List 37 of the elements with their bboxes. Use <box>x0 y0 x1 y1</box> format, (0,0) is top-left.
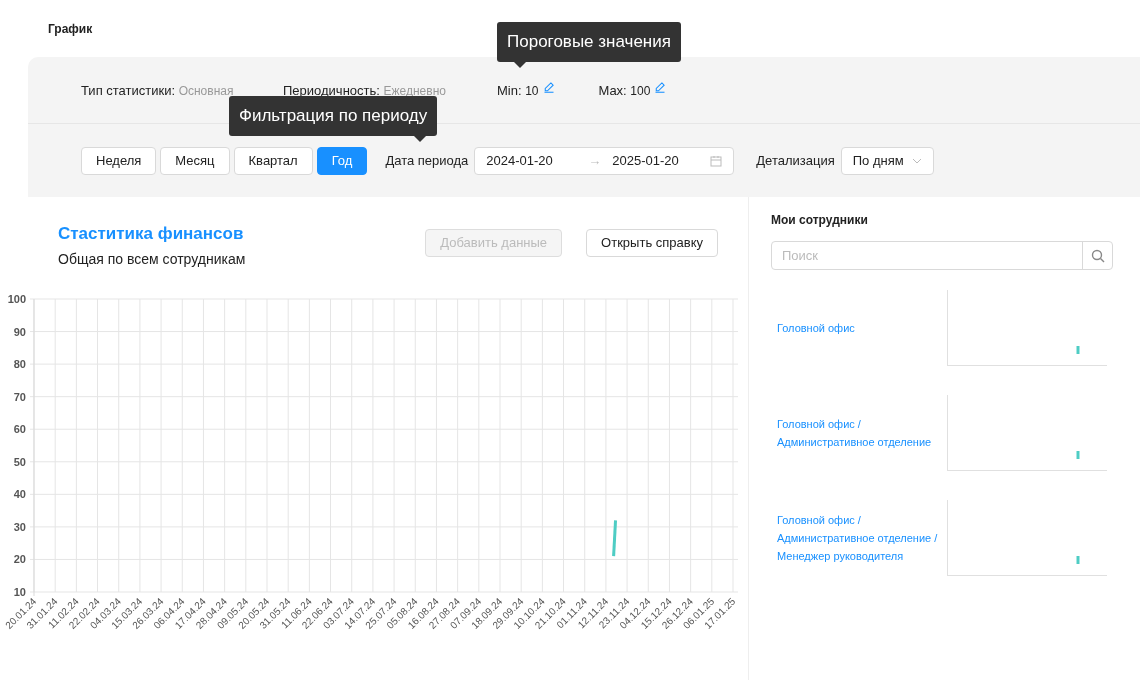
search-input[interactable]: Поиск <box>772 242 1082 269</box>
date-range-field[interactable]: 2024-01-20 → 2025-01-20 <box>474 146 735 175</box>
axis-label: 80 <box>13 358 26 371</box>
edit-icon[interactable] <box>654 81 667 93</box>
period-button[interactable]: Месяц <box>160 146 230 175</box>
date-range-label: Дата периода <box>385 151 469 170</box>
axis-label: 50 <box>13 455 26 468</box>
page-title: График <box>48 20 93 38</box>
axis-label: 10 <box>13 586 26 598</box>
tooltip: Фильтрация по периоду <box>229 96 438 136</box>
action-button[interactable]: Открыть справку <box>586 229 718 257</box>
period-button[interactable]: Квартал <box>233 146 313 175</box>
tooltip-pointer <box>514 62 526 68</box>
search-icon <box>1090 248 1105 263</box>
detail-label: Детализация <box>756 151 835 170</box>
period-button[interactable]: Неделя <box>81 146 157 175</box>
chevron-icon <box>911 157 922 164</box>
detail-select[interactable]: По дням <box>840 146 934 175</box>
chart-subtitle: Общая по всем сотрудникам <box>58 249 247 269</box>
calendar-icon <box>710 154 723 167</box>
max-value: Max: 100 <box>598 82 651 100</box>
axis-label: 40 <box>13 488 26 501</box>
tooltip: Пороговые значения <box>497 22 681 62</box>
data-line <box>612 520 618 557</box>
section-title: Мои сотрудники <box>771 212 869 229</box>
axis-label: 30 <box>13 520 26 533</box>
axis-label: 70 <box>13 390 26 403</box>
axis-label: 20 <box>13 553 26 566</box>
axis-label: 100 <box>7 293 26 305</box>
edit-icon[interactable] <box>542 81 555 93</box>
chart-title: Стаститика финансов <box>58 223 245 245</box>
search-field[interactable]: Поиск <box>771 241 1113 270</box>
axis-label: 60 <box>13 423 26 436</box>
axis-label: 90 <box>13 325 26 338</box>
tooltip-pointer <box>414 136 426 142</box>
min-value: Min: 10 <box>497 82 539 100</box>
range-separator: → <box>588 151 602 170</box>
